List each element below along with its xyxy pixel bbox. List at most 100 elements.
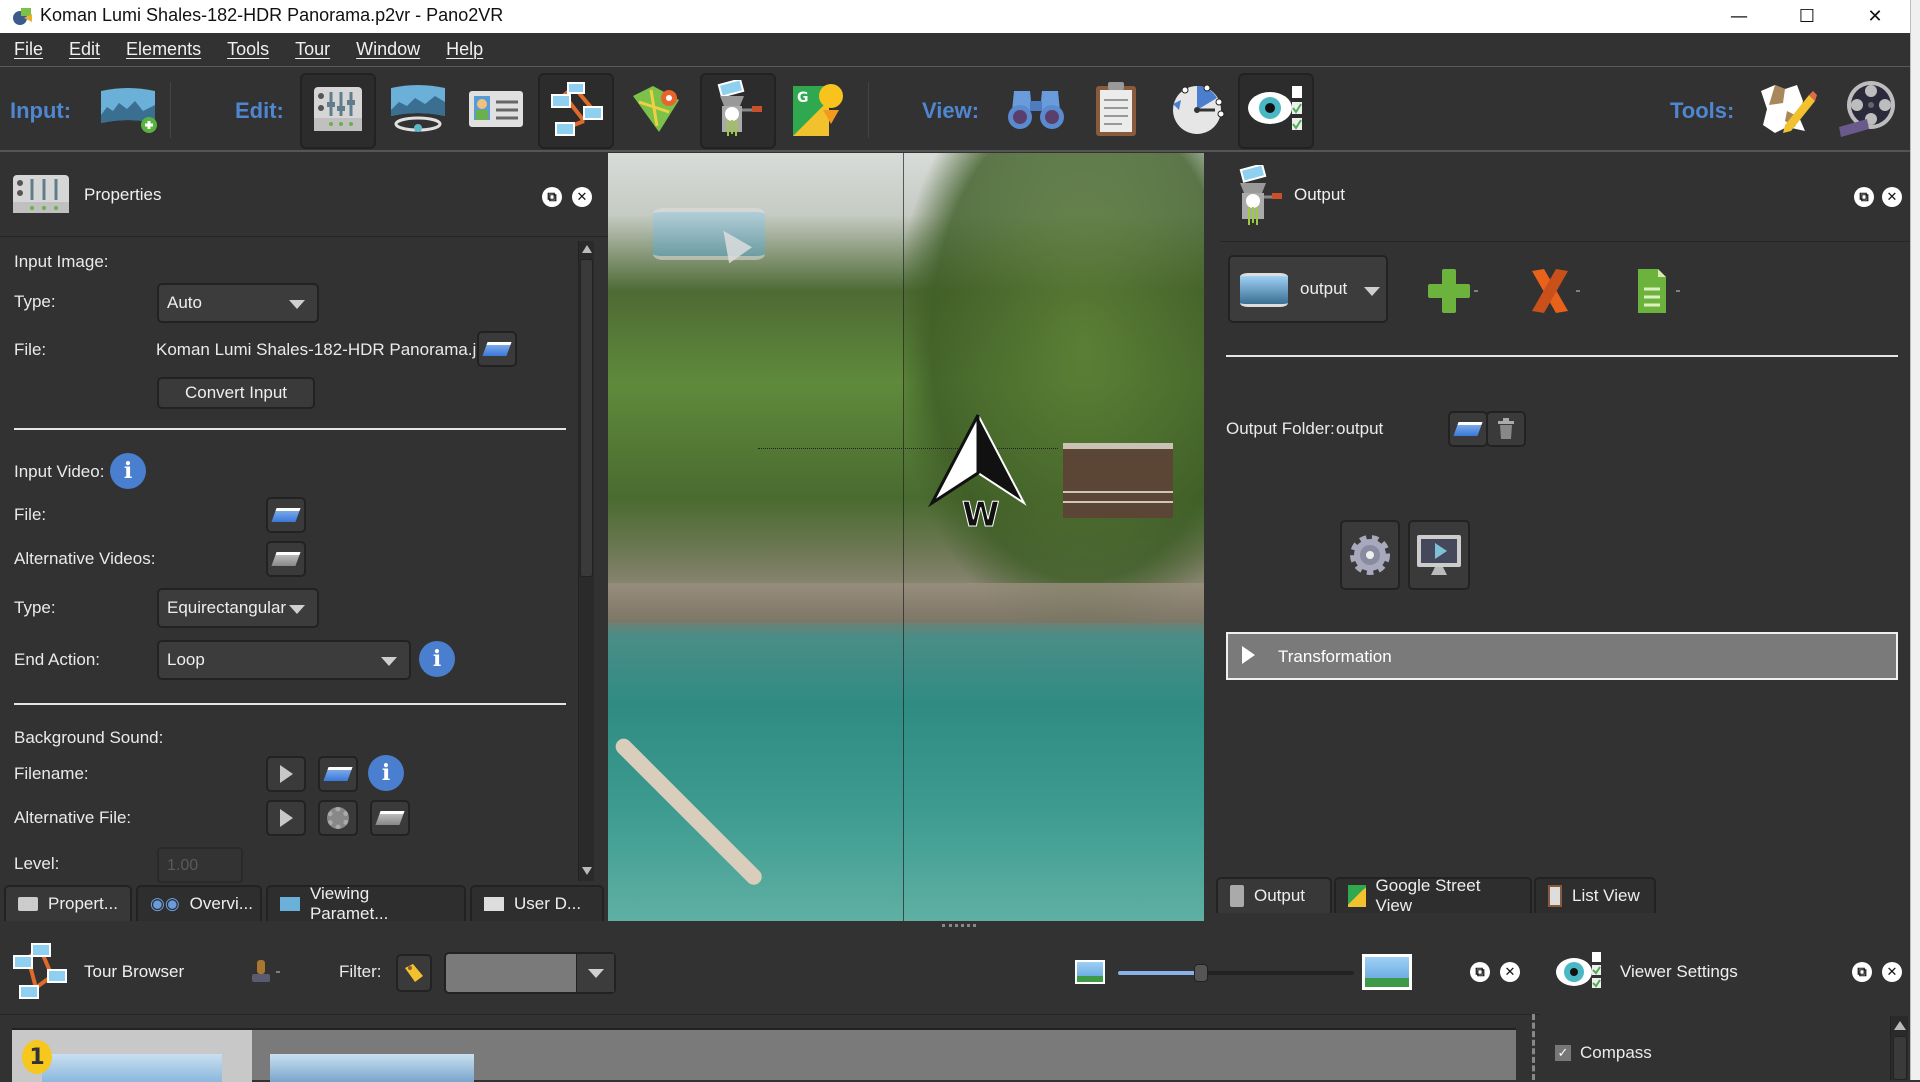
add-input-button[interactable] xyxy=(90,73,166,149)
viewer-settings-icon xyxy=(1554,950,1608,998)
skin-editor-button[interactable] xyxy=(1748,73,1824,149)
browse-output-folder-button[interactable] xyxy=(1448,411,1488,447)
convert-input-button[interactable]: Convert Input xyxy=(157,377,315,409)
play-sound-button[interactable] xyxy=(266,756,306,792)
panorama-hut xyxy=(1063,443,1173,518)
browse-video-file-button[interactable] xyxy=(266,497,306,533)
close-panel-button[interactable]: ✕ xyxy=(572,187,592,207)
movie-button[interactable] xyxy=(1828,73,1904,149)
properties-scrollbar[interactable] xyxy=(578,241,594,881)
play-alt-sound-button[interactable] xyxy=(266,800,306,836)
compass-checkbox[interactable]: ✓ xyxy=(1554,1044,1572,1062)
scroll-up-icon[interactable] xyxy=(1894,1021,1906,1030)
folder-open-icon xyxy=(1453,422,1483,436)
splitter-handle[interactable] xyxy=(942,924,976,928)
tour-node-thumbnail[interactable] xyxy=(270,1054,474,1082)
edit-label: Edit: xyxy=(235,98,284,123)
filter-label: Filter: xyxy=(339,962,382,981)
menu-tools[interactable]: Tools xyxy=(227,39,269,60)
clear-output-folder-button[interactable] xyxy=(1486,411,1526,447)
tag-icon xyxy=(405,964,423,982)
output-toolbar-button[interactable] xyxy=(700,73,776,149)
animation-button[interactable] xyxy=(1158,73,1234,149)
info-icon[interactable]: i xyxy=(110,453,146,489)
input-type-value: Auto xyxy=(167,293,202,312)
output-list-button[interactable] xyxy=(1636,267,1692,315)
browse-sound-button[interactable] xyxy=(318,756,358,792)
float-panel-button[interactable]: ⧉ xyxy=(1470,962,1490,982)
map-button[interactable] xyxy=(618,73,694,149)
menu-window[interactable]: Window xyxy=(356,39,420,60)
panorama-viewer[interactable]: W xyxy=(608,153,1204,921)
info-icon[interactable]: i xyxy=(368,755,404,791)
tab-user-data[interactable]: User D... xyxy=(470,885,604,921)
preview-output-button[interactable] xyxy=(1408,520,1470,590)
video-type-select[interactable]: Equirectangular xyxy=(157,588,319,628)
tour-button[interactable] xyxy=(538,73,614,149)
output-format-select[interactable]: output xyxy=(1228,255,1388,323)
float-panel-button[interactable]: ⧉ xyxy=(542,187,562,207)
viewer-settings-button[interactable] xyxy=(1238,73,1314,149)
input-type-select[interactable]: Auto xyxy=(157,283,319,323)
tab-properties[interactable]: Propert... xyxy=(4,885,132,921)
filter-tag-button[interactable] xyxy=(396,954,432,992)
level-label: Level: xyxy=(14,854,60,873)
scroll-thumb[interactable] xyxy=(580,259,593,577)
tab-label: User D... xyxy=(514,894,582,913)
scroll-thumb[interactable] xyxy=(1893,1036,1907,1080)
tab-overview[interactable]: ◉◉ Overvi... xyxy=(136,885,262,921)
output-settings-button[interactable] xyxy=(1340,520,1400,590)
panorama-branch xyxy=(612,735,766,889)
section-divider xyxy=(14,428,566,430)
delete-output-button[interactable] xyxy=(1528,267,1584,315)
scroll-up-icon[interactable] xyxy=(582,245,592,253)
tab-output[interactable]: Output xyxy=(1216,877,1332,913)
menu-edit[interactable]: Edit xyxy=(69,39,100,60)
overview-button[interactable] xyxy=(998,73,1074,149)
filter-select[interactable] xyxy=(444,952,616,994)
end-action-select[interactable]: Loop xyxy=(157,640,411,680)
list-view-button[interactable] xyxy=(1078,73,1154,149)
center-guide-vertical xyxy=(903,153,904,921)
end-action-value: Loop xyxy=(167,650,205,669)
transformation-section-toggle[interactable]: Transformation xyxy=(1226,632,1898,680)
tab-list-view[interactable]: List View xyxy=(1534,877,1656,913)
viewing-parameters-button[interactable] xyxy=(380,73,456,149)
close-panel-button[interactable]: ✕ xyxy=(1500,962,1520,982)
alt-sound-settings-button[interactable] xyxy=(318,800,358,836)
alternative-videos-button[interactable] xyxy=(266,541,306,577)
float-panel-button[interactable]: ⧉ xyxy=(1852,962,1872,982)
menu-tour[interactable]: Tour xyxy=(295,39,330,60)
menu-help[interactable]: Help xyxy=(446,39,483,60)
maximize-button[interactable]: ☐ xyxy=(1778,0,1836,33)
scroll-down-icon[interactable] xyxy=(582,867,592,875)
thumbnail-size-slider-handle[interactable] xyxy=(1194,964,1208,982)
section-divider xyxy=(14,703,566,705)
tab-google-street-view[interactable]: Google Street View xyxy=(1334,876,1532,915)
float-panel-button[interactable]: ⧉ xyxy=(1854,187,1874,207)
user-data-button[interactable] xyxy=(458,73,534,149)
splitter-handle[interactable] xyxy=(1532,1014,1536,1080)
stamp-menu-button[interactable] xyxy=(250,958,284,986)
minimize-button[interactable]: — xyxy=(1710,0,1768,33)
view-label: View: xyxy=(922,98,980,123)
browse-input-file-button[interactable] xyxy=(477,331,517,367)
google-street-view-button[interactable]: G xyxy=(780,73,856,149)
level-spinbox[interactable]: 1.00 xyxy=(157,847,243,883)
tab-viewing-parameters[interactable]: Viewing Paramet... xyxy=(266,884,466,923)
viewer-settings-scrollbar[interactable] xyxy=(1890,1016,1908,1080)
panorama-hotspot-icon[interactable] xyxy=(653,208,765,260)
properties-button[interactable] xyxy=(300,73,376,149)
close-panel-button[interactable]: ✕ xyxy=(1882,187,1902,207)
panorama-trees xyxy=(904,153,1204,623)
info-icon[interactable]: i xyxy=(419,641,455,677)
menu-elements[interactable]: Elements xyxy=(126,39,201,60)
tour-node-selected[interactable]: 1 xyxy=(12,1030,252,1082)
small-thumbnail-icon xyxy=(1075,960,1105,984)
browse-alt-sound-button[interactable] xyxy=(370,800,410,836)
menu-file[interactable]: File xyxy=(14,39,43,60)
close-panel-button[interactable]: ✕ xyxy=(1882,962,1902,982)
close-button[interactable]: ✕ xyxy=(1846,0,1904,33)
filter-dropdown-button[interactable] xyxy=(576,954,614,992)
add-output-button[interactable] xyxy=(1426,267,1482,315)
